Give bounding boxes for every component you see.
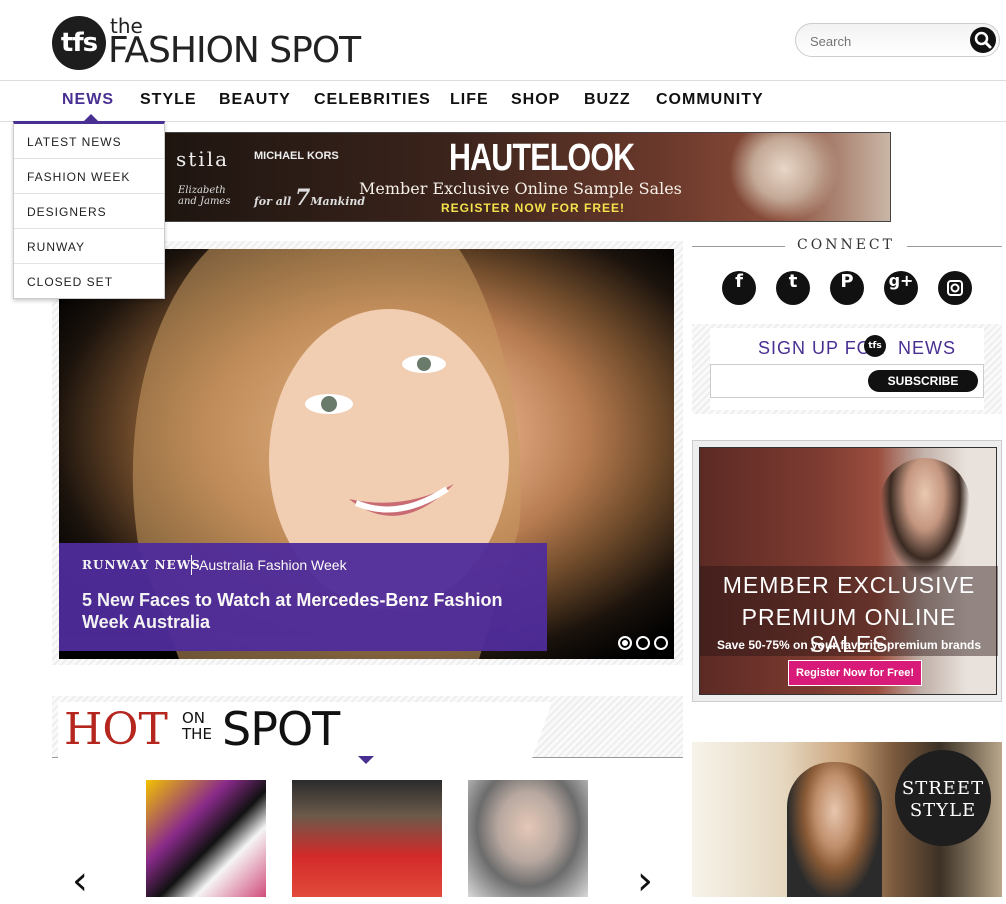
facebook-icon[interactable]: f <box>722 271 756 305</box>
news-dropdown-menu: LATEST NEWS FASHION WEEK DESIGNERS RUNWA… <box>13 114 165 299</box>
ad-line-1: MEMBER EXCLUSIVE <box>722 572 976 598</box>
slider-dot-3[interactable] <box>654 636 668 650</box>
ad-line-3: Save 50-75% on your favorite premium bra… <box>716 638 982 652</box>
nav-shop[interactable]: SHOP <box>511 91 560 109</box>
carousel-prev-button[interactable]: ‹ <box>72 858 88 904</box>
logo-badge: tfs <box>52 16 106 70</box>
nav-community[interactable]: COMMUNITY <box>656 91 764 109</box>
nav-life[interactable]: LIFE <box>450 91 489 109</box>
banner-title: HAUTELOOK <box>449 137 635 179</box>
dropdown-pointer <box>84 114 98 121</box>
subscribe-button[interactable]: SUBSCRIBE <box>868 370 978 392</box>
banner-model-image <box>729 133 839 221</box>
nav-style[interactable]: STYLE <box>140 91 197 109</box>
hot-on-the-spot-header: HOT ON THE SPOT <box>52 696 683 764</box>
street-style-model <box>787 762 882 897</box>
banner-brand-michael-kors: MICHAEL KORS <box>254 150 339 162</box>
banner-brand-elizabeth-james: Elizabeth and James <box>178 185 231 207</box>
hot-label: HOT <box>64 704 168 755</box>
hero-headline[interactable]: 5 New Faces to Watch at Mercedes-Benz Fa… <box>82 589 532 633</box>
connect-heading: CONNECT <box>785 237 907 253</box>
nav-celebrities[interactable]: CELEBRITIES <box>314 91 431 109</box>
instagram-glyph <box>947 280 963 296</box>
hot-thumb-1[interactable] <box>146 780 266 897</box>
hero-subcategory[interactable]: Australia Fashion Week <box>199 557 347 573</box>
main-nav: NEWS STYLE BEAUTY CELEBRITIES LIFE SHOP … <box>0 80 1006 122</box>
menu-item-fashion-week[interactable]: FASHION WEEK <box>14 159 164 194</box>
search-input[interactable] <box>810 31 960 51</box>
street-style-badge: STREET STYLE <box>895 750 991 846</box>
twitter-icon[interactable]: t <box>776 271 810 305</box>
hero-category[interactable]: RUNWAY NEWS <box>82 558 201 572</box>
banner-cta: REGISTER NOW FOR FREE! <box>441 201 625 215</box>
site-logo[interactable]: tfs the FASHION SPOT <box>52 14 362 71</box>
signup-label-right: NEWS <box>898 338 956 358</box>
hot-thumb-3[interactable] <box>468 780 588 897</box>
signup-inner: SIGN UP FOR tfs NEWS SUBSCRIBE <box>710 328 984 410</box>
the-label: THE <box>182 725 212 743</box>
search-box <box>795 23 1000 57</box>
hautelook-banner-ad[interactable]: stila MICHAEL KORS Elizabeth and James fo… <box>163 132 891 222</box>
menu-item-latest-news[interactable]: LATEST NEWS <box>14 124 164 159</box>
ad-model-figure <box>880 458 970 578</box>
hot-thumb-2[interactable] <box>292 780 442 897</box>
instagram-icon[interactable] <box>938 271 972 305</box>
logo-name: FASHION SPOT <box>108 30 361 71</box>
nav-news[interactable]: NEWS <box>62 91 114 109</box>
banner-brand-stila: stila <box>176 147 230 171</box>
street-style-promo[interactable]: STREET STYLE <box>692 742 1002 897</box>
menu-item-runway[interactable]: RUNWAY <box>14 229 164 264</box>
search-icon <box>974 31 992 49</box>
carousel-next-button[interactable]: › <box>637 858 653 904</box>
caption-divider <box>191 555 192 575</box>
site-header: tfs the FASHION SPOT <box>0 0 1006 80</box>
nav-buzz[interactable]: BUZZ <box>584 91 631 109</box>
sidebar-ad[interactable]: MEMBER EXCLUSIVE PREMIUM ONLINE SALES Sa… <box>692 440 1002 702</box>
hot-header-pointer <box>358 756 374 764</box>
banner-brand-7fam: for all 7Mankind <box>254 185 366 211</box>
nav-beauty[interactable]: BEAUTY <box>219 91 291 109</box>
menu-item-designers[interactable]: DESIGNERS <box>14 194 164 229</box>
newsletter-signup: SIGN UP FOR tfs NEWS SUBSCRIBE <box>692 324 1002 414</box>
hero-caption[interactable]: RUNWAY NEWS Australia Fashion Week 5 New… <box>59 543 547 651</box>
slider-dot-1[interactable] <box>618 636 632 650</box>
spot-label: SPOT <box>222 702 340 756</box>
google-plus-icon[interactable]: g+ <box>884 271 918 305</box>
ad-register-button[interactable]: Register Now for Free! <box>788 660 922 686</box>
slider-dot-2[interactable] <box>636 636 650 650</box>
sidebar-ad-image: MEMBER EXCLUSIVE PREMIUM ONLINE SALES Sa… <box>699 447 998 695</box>
signup-logo-badge: tfs <box>864 335 886 357</box>
search-button[interactable] <box>970 27 996 53</box>
menu-item-closed-set[interactable]: CLOSED SET <box>14 264 164 299</box>
pinterest-icon[interactable]: P <box>830 271 864 305</box>
banner-subtitle: Member Exclusive Online Sample Sales <box>359 179 682 198</box>
on-the-label: ON THE <box>182 710 212 742</box>
